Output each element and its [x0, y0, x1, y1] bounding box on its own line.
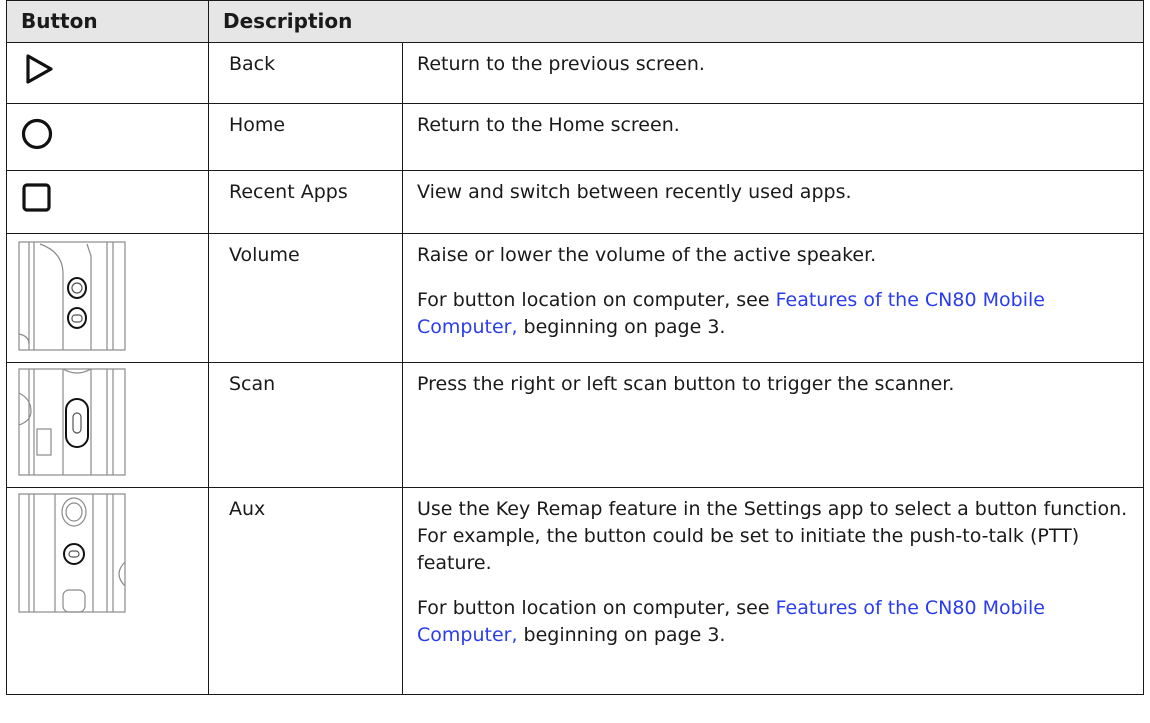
- button-description: Raise or lower the volume of the active …: [401, 233, 1145, 363]
- note-text: beginning on page 3.: [517, 316, 726, 338]
- note-text: For button location on computer, see: [417, 597, 776, 619]
- button-name: Scan: [208, 362, 403, 488]
- icon-cell: [6, 170, 209, 234]
- icon-cell: [6, 362, 209, 488]
- button-description: Return to the previous screen.: [401, 42, 1145, 104]
- table-row: Volume Raise or lower the volume of the …: [6, 233, 1145, 363]
- scan-button-icon: [18, 368, 126, 476]
- button-name: Volume: [208, 233, 403, 363]
- recent-apps-square-icon: [22, 183, 51, 212]
- home-circle-icon: [21, 118, 53, 150]
- button-description-table: Button Description Back Return to the pr…: [6, 0, 1145, 695]
- button-description: Return to the Home screen.: [401, 103, 1145, 171]
- volume-button-icon: [18, 241, 126, 351]
- button-name: Recent Apps: [208, 170, 403, 234]
- button-description: View and switch between recently used ap…: [401, 170, 1145, 234]
- description-text: Press the right or left scan button to t…: [417, 373, 955, 395]
- button-name: Back: [208, 42, 403, 104]
- icon-cell: [6, 487, 209, 695]
- button-table-document: Button Description Back Return to the pr…: [6, 0, 1145, 720]
- table-row: Recent Apps View and switch between rece…: [6, 170, 1145, 234]
- description-text: Return to the previous screen.: [417, 53, 705, 75]
- aux-button-icon: [18, 493, 126, 613]
- table-header-row: Button Description: [6, 0, 1145, 43]
- description-text: Return to the Home screen.: [417, 114, 680, 136]
- icon-cell: [6, 103, 209, 171]
- location-note: For button location on computer, see Fea…: [417, 287, 1129, 341]
- description-text: Use the Key Remap feature in the Setting…: [417, 498, 1128, 574]
- icon-cell: [6, 233, 209, 363]
- description-text: View and switch between recently used ap…: [417, 181, 852, 203]
- back-triangle-icon: [26, 54, 53, 84]
- table-row: Back Return to the previous screen.: [6, 42, 1145, 104]
- note-text: For button location on computer, see: [417, 289, 776, 311]
- button-description: Use the Key Remap feature in the Setting…: [401, 487, 1145, 695]
- table-row: Scan Press the right or left scan button…: [6, 362, 1145, 488]
- table-row: Home Return to the Home screen.: [6, 103, 1145, 171]
- button-description: Press the right or left scan button to t…: [401, 362, 1145, 488]
- column-header-description: Description: [207, 0, 1145, 43]
- icon-cell: [6, 42, 209, 104]
- button-name: Aux: [208, 487, 403, 695]
- note-text: beginning on page 3.: [517, 624, 726, 646]
- description-text: Raise or lower the volume of the active …: [417, 244, 877, 266]
- location-note: For button location on computer, see Fea…: [417, 595, 1129, 649]
- table-row: Aux Use the Key Remap feature in the Set…: [6, 487, 1145, 695]
- button-name: Home: [208, 103, 403, 171]
- column-header-button: Button: [6, 0, 209, 43]
